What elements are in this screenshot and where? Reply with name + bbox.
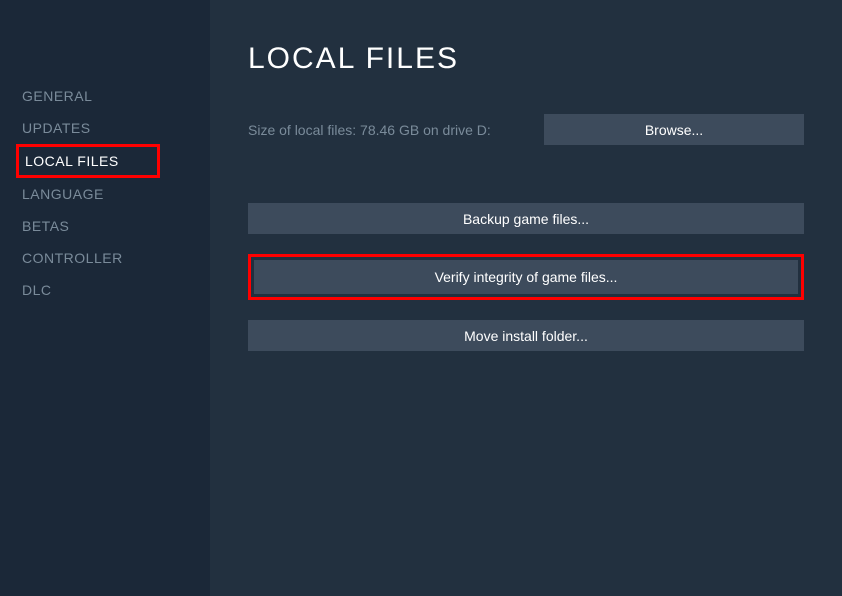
sidebar-item-language[interactable]: LANGUAGE bbox=[22, 178, 210, 210]
sidebar-item-label: UPDATES bbox=[22, 120, 91, 136]
sidebar-item-local-files[interactable]: LOCAL FILES bbox=[16, 144, 160, 178]
sidebar-item-label: LANGUAGE bbox=[22, 186, 104, 202]
size-info-row: Size of local files: 78.46 GB on drive D… bbox=[248, 114, 804, 145]
sidebar-item-betas[interactable]: BETAS bbox=[22, 210, 210, 242]
sidebar: GENERAL UPDATES LOCAL FILES LANGUAGE BET… bbox=[0, 0, 210, 596]
main-panel: LOCAL FILES Size of local files: 78.46 G… bbox=[210, 0, 842, 596]
sidebar-item-label: CONTROLLER bbox=[22, 250, 123, 266]
sidebar-item-general[interactable]: GENERAL bbox=[22, 80, 210, 112]
verify-integrity-button[interactable]: Verify integrity of game files... bbox=[254, 260, 798, 294]
sidebar-item-label: LOCAL FILES bbox=[25, 153, 119, 169]
sidebar-item-updates[interactable]: UPDATES bbox=[22, 112, 210, 144]
move-button-label: Move install folder... bbox=[464, 328, 588, 344]
sidebar-item-label: GENERAL bbox=[22, 88, 92, 104]
verify-button-label: Verify integrity of game files... bbox=[435, 269, 618, 285]
move-folder-button[interactable]: Move install folder... bbox=[248, 320, 804, 351]
backup-button-label: Backup game files... bbox=[463, 211, 589, 227]
sidebar-item-dlc[interactable]: DLC bbox=[22, 274, 210, 306]
sidebar-item-controller[interactable]: CONTROLLER bbox=[22, 242, 210, 274]
verify-button-highlight: Verify integrity of game files... bbox=[248, 254, 804, 300]
page-title: LOCAL FILES bbox=[248, 42, 804, 76]
backup-button[interactable]: Backup game files... bbox=[248, 203, 804, 234]
sidebar-item-label: BETAS bbox=[22, 218, 69, 234]
size-info-text: Size of local files: 78.46 GB on drive D… bbox=[248, 122, 491, 138]
sidebar-item-label: DLC bbox=[22, 282, 52, 298]
browse-button-label: Browse... bbox=[645, 122, 703, 138]
browse-button[interactable]: Browse... bbox=[544, 114, 804, 145]
